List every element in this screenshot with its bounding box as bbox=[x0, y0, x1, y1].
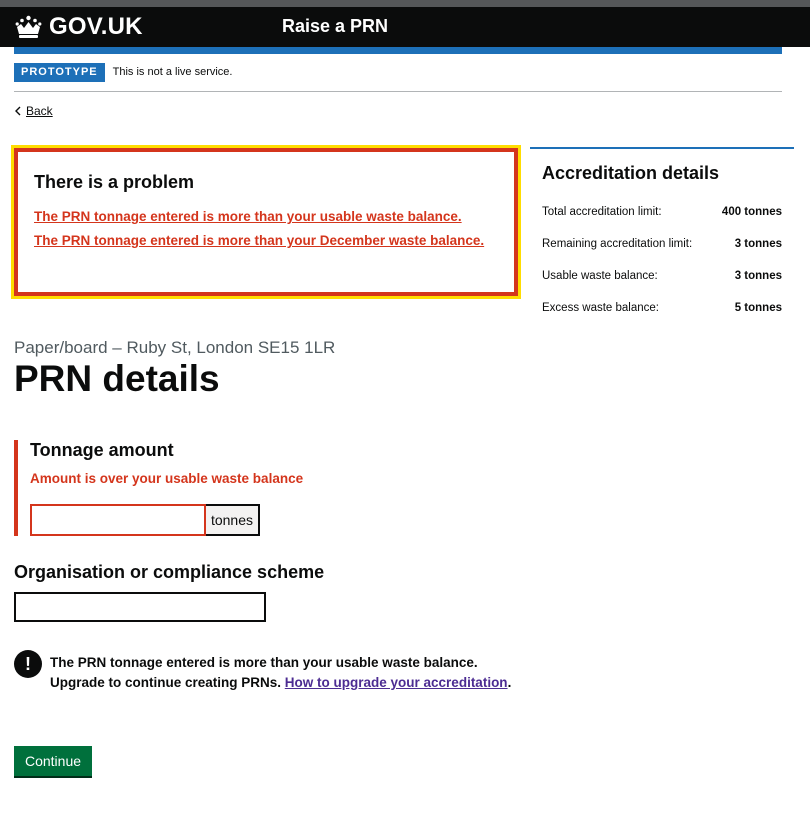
top-strip bbox=[0, 0, 810, 7]
phase-tag: PROTOTYPE bbox=[14, 63, 105, 82]
tonnage-input[interactable] bbox=[30, 504, 206, 536]
govuk-logo-link[interactable]: GOV.UK bbox=[14, 12, 143, 42]
accreditation-row-label: Excess waste balance: bbox=[542, 302, 659, 314]
error-summary: There is a problem The PRN tonnage enter… bbox=[14, 148, 518, 296]
accreditation-row: Excess waste balance: 5 tonnes bbox=[542, 292, 782, 324]
warning-message-end: . bbox=[507, 675, 512, 690]
chevron-left-icon bbox=[15, 106, 21, 116]
accreditation-row-label: Total accreditation limit: bbox=[542, 206, 662, 218]
page-caption: Paper/board – Ruby St, London SE15 1LR bbox=[14, 338, 336, 357]
error-summary-link-usable[interactable]: The PRN tonnage entered is more than you… bbox=[34, 207, 498, 227]
upgrade-accreditation-link[interactable]: How to upgrade your accreditation bbox=[285, 675, 508, 690]
phase-banner: PROTOTYPE This is not a live service. bbox=[14, 63, 782, 92]
govuk-header: GOV.UK Raise a PRN bbox=[0, 7, 810, 47]
warning-message: The PRN tonnage entered is more than you… bbox=[50, 653, 514, 693]
warning-icon: ! bbox=[14, 650, 42, 678]
header-blue-bar bbox=[14, 47, 782, 54]
phase-banner-text: This is not a live service. bbox=[112, 66, 233, 78]
page-title: PRN details bbox=[14, 358, 220, 399]
error-summary-link-december[interactable]: The PRN tonnage entered is more than you… bbox=[34, 231, 498, 251]
error-summary-title: There is a problem bbox=[34, 172, 195, 192]
accreditation-details-panel: Accreditation details Total accreditatio… bbox=[530, 147, 794, 324]
tonnage-error-message: Amount is over your usable waste balance bbox=[30, 471, 304, 486]
tonnage-label: Tonnage amount bbox=[30, 440, 174, 460]
continue-button[interactable]: Continue bbox=[14, 746, 92, 776]
tonnage-suffix: tonnes bbox=[206, 504, 260, 536]
organisation-input[interactable] bbox=[14, 592, 266, 622]
logo-text: GOV.UK bbox=[49, 13, 143, 40]
accreditation-details-title: Accreditation details bbox=[542, 163, 720, 183]
back-link[interactable]: Back bbox=[14, 104, 53, 118]
accreditation-row: Remaining accreditation limit: 3 tonnes bbox=[542, 228, 782, 260]
accreditation-row-label: Usable waste balance: bbox=[542, 270, 658, 282]
back-link-label: Back bbox=[26, 104, 53, 118]
organisation-label: Organisation or compliance scheme bbox=[14, 562, 325, 582]
accreditation-row: Usable waste balance: 3 tonnes bbox=[542, 260, 782, 292]
accreditation-row-value: 400 tonnes bbox=[721, 206, 782, 218]
crown-icon bbox=[15, 15, 42, 38]
tonnage-input-wrapper: tonnes bbox=[30, 504, 260, 536]
accreditation-row-value: 3 tonnes bbox=[734, 238, 782, 250]
accreditation-row-value: 5 tonnes bbox=[734, 302, 782, 314]
tonnage-form-group: Tonnage amount Amount is over your usabl… bbox=[14, 440, 314, 536]
accreditation-row-label: Remaining accreditation limit: bbox=[542, 238, 693, 250]
accreditation-row-value: 3 tonnes bbox=[734, 270, 782, 282]
accreditation-row: Total accreditation limit: 400 tonnes bbox=[542, 196, 782, 228]
service-name-link[interactable]: Raise a PRN bbox=[282, 16, 388, 37]
